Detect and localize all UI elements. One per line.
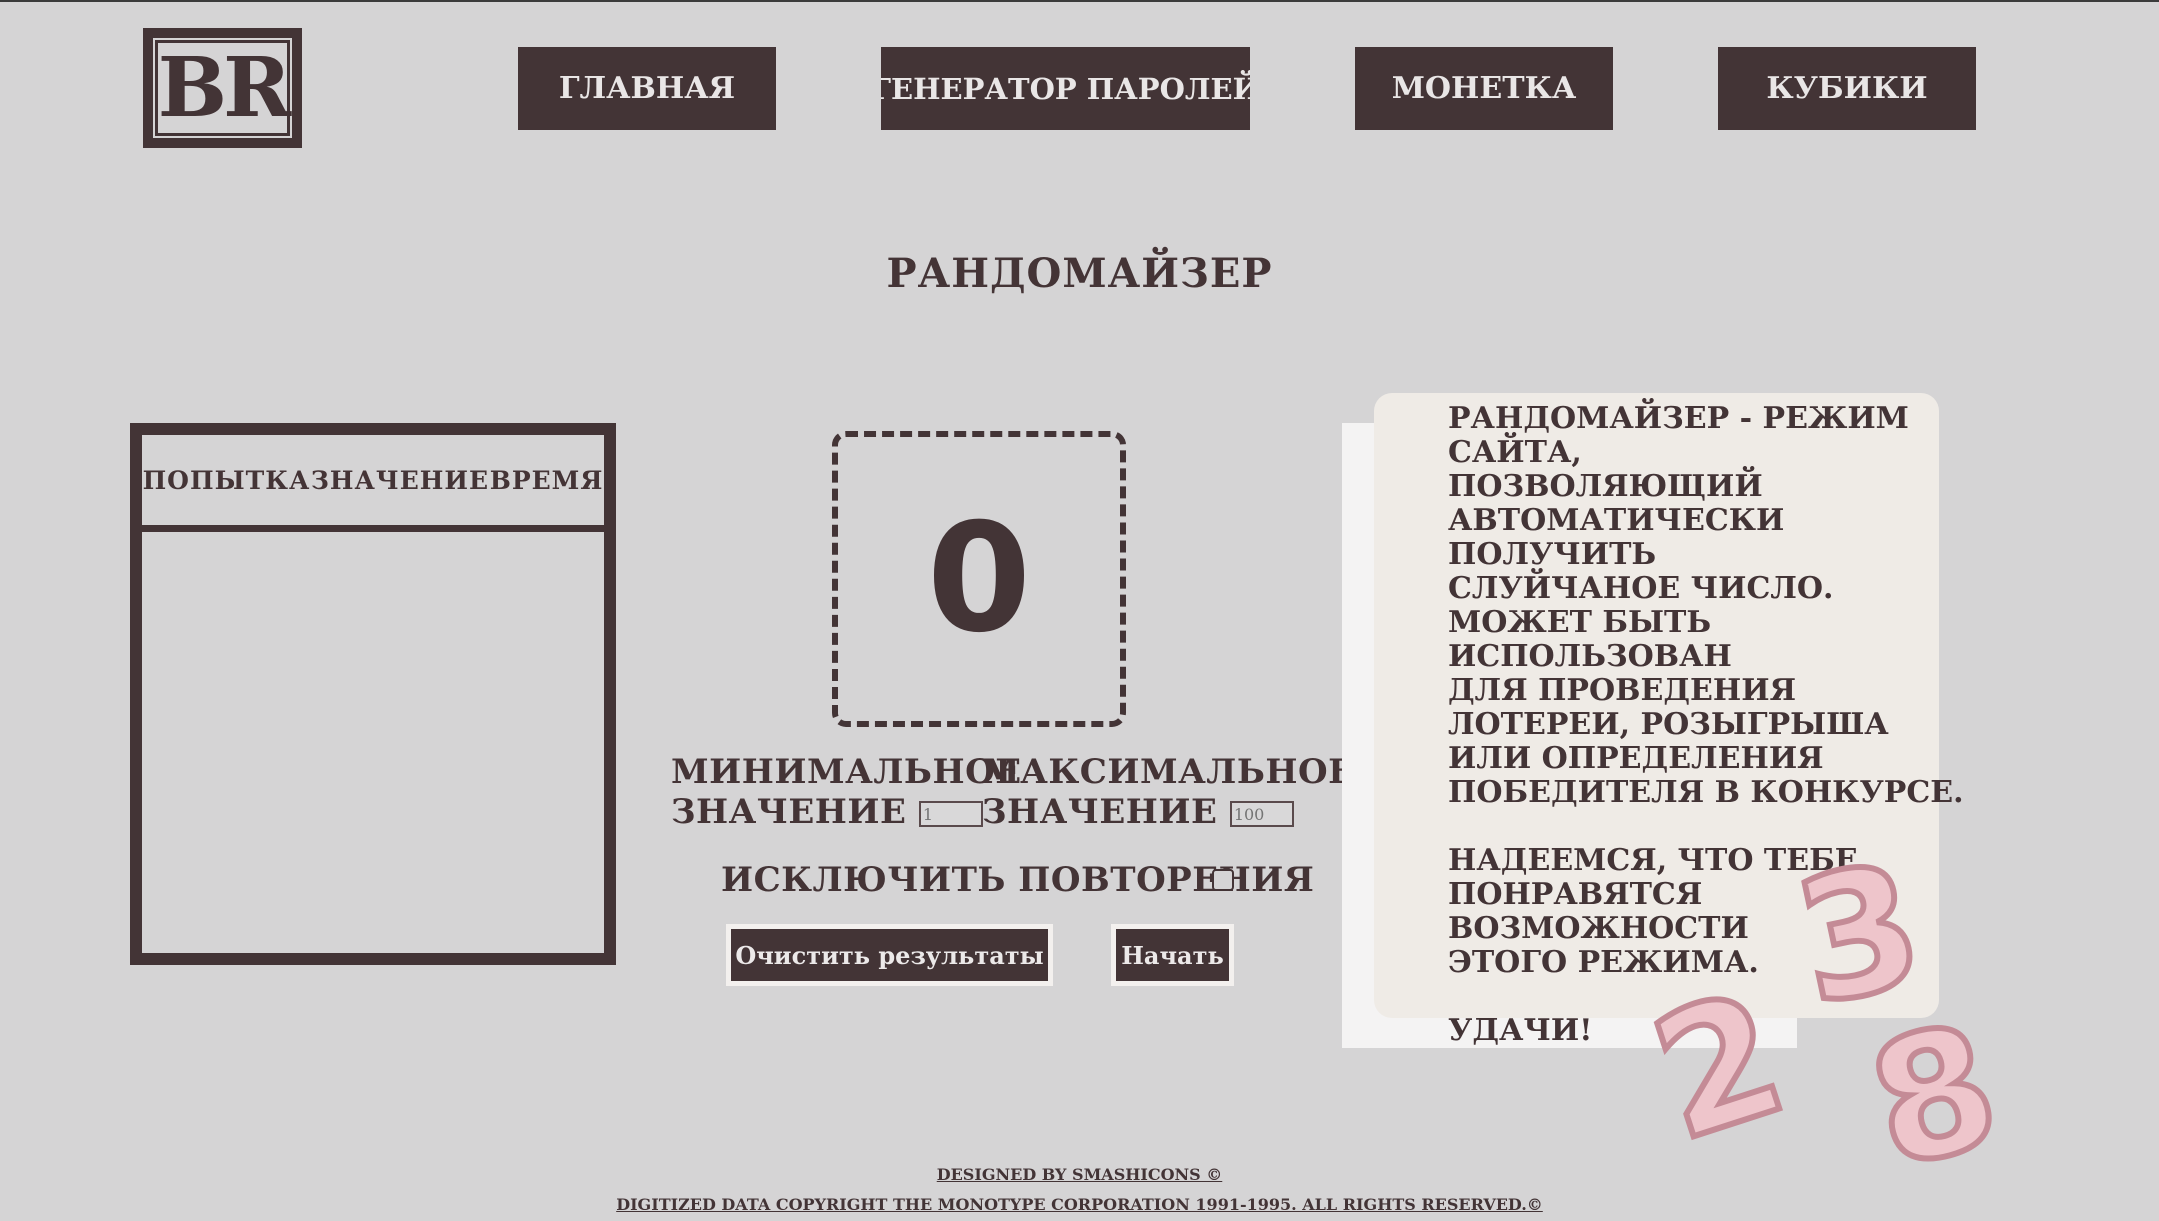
nav-coin-button[interactable]: МОНЕТКА — [1355, 47, 1613, 130]
min-value-field: МИНИМАЛЬНОЕ ЗНАЧЕНИЕ — [671, 752, 1022, 832]
max-value-label-line1: МАКСИМАЛЬНОЕ — [982, 752, 1355, 792]
min-value-input[interactable] — [918, 801, 983, 827]
site-logo[interactable]: BR — [143, 28, 302, 148]
history-column-time: ВРЕМЯ — [489, 465, 604, 495]
max-value-field: МАКСИМАЛЬНОЕ ЗНАЧЕНИЕ — [982, 752, 1355, 832]
footer-credit-copyright: DIGITIZED DATA COPYRIGHT THE MONOTYPE CO… — [616, 1195, 1543, 1214]
results-history-table: ПОПЫТКА ЗНАЧЕНИЕ ВРЕМЯ — [130, 423, 616, 965]
page-title: РАНДОМАЙЗЕР — [886, 250, 1273, 297]
history-header-row: ПОПЫТКА ЗНАЧЕНИЕ ВРЕМЯ — [142, 435, 604, 532]
random-result-box: 0 — [832, 431, 1126, 727]
nav-dice-button[interactable]: КУБИКИ — [1718, 47, 1976, 130]
min-value-label-line2: ЗНАЧЕНИЕ — [671, 792, 907, 832]
nav-home-button[interactable]: ГЛАВНАЯ — [518, 47, 776, 130]
start-button[interactable]: Начать — [1111, 924, 1234, 986]
nav-password-generator-button[interactable]: ГЕНЕРАТОР ПАРОЛЕЙ — [881, 47, 1250, 130]
history-column-value: ЗНАЧЕНИЕ — [310, 465, 490, 495]
logo-text: BR — [157, 40, 291, 136]
max-value-label-line2: ЗНАЧЕНИЕ — [982, 792, 1218, 832]
history-column-attempt: ПОПЫТКА — [142, 465, 311, 495]
exclude-repeats-checkbox[interactable] — [1212, 869, 1234, 891]
min-value-label-line1: МИНИМАЛЬНОЕ — [671, 752, 1022, 792]
clear-results-button[interactable]: Очистить результаты — [726, 924, 1053, 986]
max-value-input[interactable] — [1229, 801, 1294, 827]
random-result-value: 0 — [926, 492, 1032, 666]
footer-credit-designer: DESIGNED BY SMASHICONS © — [936, 1165, 1223, 1184]
